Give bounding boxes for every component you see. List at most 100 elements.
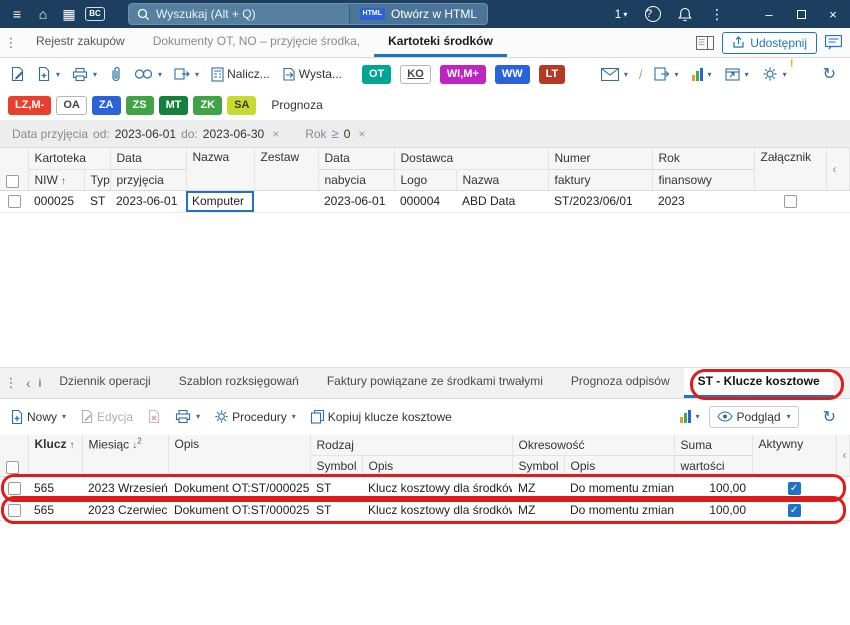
cell-okres-symbol[interactable]: MZ xyxy=(512,498,565,521)
print-series-button[interactable]: ▾ xyxy=(650,64,683,84)
cell-okres-opis[interactable]: Do momentu zmiany xyxy=(564,498,675,521)
column-chooser[interactable]: ‹ xyxy=(836,434,850,477)
column-niw[interactable]: NIW ↑ xyxy=(28,169,85,191)
aktywny-checkbox[interactable] xyxy=(787,481,801,495)
column-miesiac[interactable]: Miesiąc ↓2 xyxy=(82,434,169,477)
cell-rodzaj-opis[interactable]: Klucz kosztowy dla środków xyxy=(362,476,513,499)
cell-rodzaj-symbol[interactable]: ST xyxy=(310,498,362,521)
column-rok-finansowy[interactable]: Rok xyxy=(652,148,755,170)
row-checkbox[interactable] xyxy=(7,481,21,495)
cell-typ[interactable]: ST xyxy=(84,190,110,213)
delete-button[interactable] xyxy=(143,406,165,427)
filter-badge-oa[interactable]: OA xyxy=(56,95,87,115)
doc-type-badge-ww[interactable]: WW xyxy=(494,64,530,84)
column-chooser[interactable]: ‹ xyxy=(826,148,850,191)
column-suma-wartosci[interactable]: Suma xyxy=(674,434,753,456)
edit-document-button[interactable] xyxy=(6,63,29,85)
maximize-button[interactable] xyxy=(788,2,814,26)
prognoza-toggle[interactable]: Prognoza xyxy=(271,98,322,112)
share-button[interactable]: Udostępnij xyxy=(722,31,817,54)
select-all-checkbox[interactable] xyxy=(6,461,19,474)
cell-suma[interactable]: 100,00 xyxy=(674,498,753,521)
doc-type-badge-lt[interactable]: LT xyxy=(538,64,566,84)
column-nazwa[interactable]: Nazwa xyxy=(186,148,255,191)
doc-type-badge-ot[interactable]: OT xyxy=(361,64,392,84)
comments-icon[interactable] xyxy=(825,35,842,50)
nowy-button[interactable]: Nowy ▾ xyxy=(6,406,70,428)
column-rodzaj-opis[interactable]: Opis xyxy=(362,455,513,477)
cell-rodzaj-symbol[interactable]: ST xyxy=(310,476,362,499)
tab-rejestr-zakupow[interactable]: Rejestr zakupów xyxy=(22,28,139,57)
column-okres-opis[interactable]: Opis xyxy=(564,455,675,477)
column-group-rodzaj[interactable]: Rodzaj xyxy=(310,434,513,456)
close-button[interactable]: × xyxy=(820,2,846,26)
column-zestaw[interactable]: Zestaw xyxy=(254,148,319,191)
attachment-button[interactable] xyxy=(105,63,126,85)
tab-prognoza-odpisow[interactable]: Prognoza odpisów xyxy=(557,368,684,398)
nalicz-button[interactable]: Nalicz... xyxy=(207,64,274,85)
open-in-html-button[interactable]: HTML Otwórz w HTML xyxy=(348,4,487,24)
doc-type-badge-wim[interactable]: WI,M+ xyxy=(439,64,486,84)
zalacznik-checkbox[interactable] xyxy=(783,195,797,209)
hamburger-menu-icon[interactable]: ≡ xyxy=(5,2,29,26)
cell-opis[interactable]: Dokument OT:ST/000025 xyxy=(168,476,310,499)
session-count-dropdown[interactable]: 1 ▾ xyxy=(609,2,633,26)
cost-key-row[interactable]: 565 2023 Czerwiec Dokument OT:ST/000025 … xyxy=(0,498,850,521)
cell-okres-opis[interactable]: Do momentu zmiany xyxy=(564,476,675,499)
asset-row[interactable]: 000025 ST 2023-06-01 Komputer 2023-06-01… xyxy=(0,190,850,213)
refresh-button[interactable]: ↻ xyxy=(819,61,840,87)
filter-badge-mt[interactable]: MT xyxy=(158,95,189,115)
column-group-kartoteka[interactable]: Kartoteka xyxy=(28,148,111,170)
column-aktywny[interactable]: Aktywny xyxy=(752,434,837,477)
column-typ[interactable]: Typ xyxy=(84,169,111,191)
detail-refresh-button[interactable]: ↻ xyxy=(819,404,840,430)
column-rodzaj-symbol[interactable]: Symbol xyxy=(310,455,363,477)
tabs-scroll-left-icon[interactable]: ‹ xyxy=(22,368,35,398)
send-email-button[interactable]: ▾ xyxy=(597,65,632,84)
row-checkbox[interactable] xyxy=(7,195,21,209)
bell-icon[interactable] xyxy=(673,2,697,26)
cell-okres-symbol[interactable]: MZ xyxy=(512,476,565,499)
column-klucz[interactable]: Klucz ↑ xyxy=(28,434,83,477)
kebab-menu-icon[interactable]: ⋮ xyxy=(705,2,729,26)
column-data-nabycia[interactable]: Data xyxy=(318,148,395,170)
cell-numer-faktury[interactable]: ST/2023/06/01 xyxy=(548,190,652,213)
cell-data-nabycia[interactable]: 2023-06-01 xyxy=(318,190,394,213)
filter-badge-za[interactable]: ZA xyxy=(91,95,121,115)
filter-badge-lzm[interactable]: LZ,M- xyxy=(8,95,52,115)
procedury-button[interactable]: Procedury ▾ xyxy=(210,406,300,427)
cell-zestaw[interactable] xyxy=(254,190,318,213)
print-button[interactable]: ▾ xyxy=(68,64,101,85)
new-document-button[interactable]: ▾ xyxy=(33,63,64,85)
relations-button[interactable]: ▾ xyxy=(130,65,166,83)
column-logo[interactable]: Logo xyxy=(394,169,457,191)
tab-faktury-powiazane[interactable]: Faktury powiązane ze środkami trwałymi xyxy=(313,368,557,398)
cell-klucz[interactable]: 565 xyxy=(28,498,82,521)
filter-badge-zs[interactable]: ZS xyxy=(125,95,154,115)
help-icon[interactable]: ? xyxy=(641,2,665,26)
tab-dziennik-operacji[interactable]: Dziennik operacji xyxy=(45,368,164,398)
export-button[interactable]: ▾ xyxy=(170,64,203,84)
cell-miesiac[interactable]: 2023 Czerwiec xyxy=(82,498,168,521)
edycja-button[interactable]: Edycja xyxy=(76,406,137,427)
cell-data-przyjecia[interactable]: 2023-06-01 xyxy=(110,190,186,213)
column-zalacznik[interactable]: Załącznik xyxy=(754,148,827,191)
cell-rodzaj-opis[interactable]: Klucz kosztowy dla środków xyxy=(362,498,513,521)
home-icon[interactable]: ⌂ xyxy=(31,2,55,26)
analytics-button[interactable]: ▾ xyxy=(688,65,716,84)
remove-filter-icon[interactable]: × xyxy=(358,127,365,141)
tab-szablon-rozksiegowan[interactable]: Szablon rozksięgowań xyxy=(165,368,313,398)
cost-key-row[interactable]: 565 2023 Wrzesień Dokument OT:ST/000025 … xyxy=(0,476,850,499)
filter-badge-zk[interactable]: ZK xyxy=(193,95,223,115)
tab-st-klucze-kosztowe[interactable]: ST - Klucze kosztowe xyxy=(683,367,834,398)
open-window-button[interactable]: ▾ xyxy=(721,64,753,84)
cell-dostawca-nazwa[interactable]: ABD Data xyxy=(456,190,548,213)
column-data-przyjecia[interactable]: Data xyxy=(110,148,187,170)
apps-grid-icon[interactable]: ▦ xyxy=(57,2,81,26)
tab-kartoteki-srodkow[interactable]: Kartoteki środków xyxy=(374,28,507,57)
wystaw-button[interactable]: Wysta... xyxy=(278,64,346,85)
column-group-dostawca[interactable]: Dostawca xyxy=(394,148,549,170)
cell-logo[interactable]: 000004 xyxy=(394,190,456,213)
cell-rok-finansowy[interactable]: 2023 xyxy=(652,190,754,213)
settings-button[interactable]: ! ▾ xyxy=(758,58,794,85)
